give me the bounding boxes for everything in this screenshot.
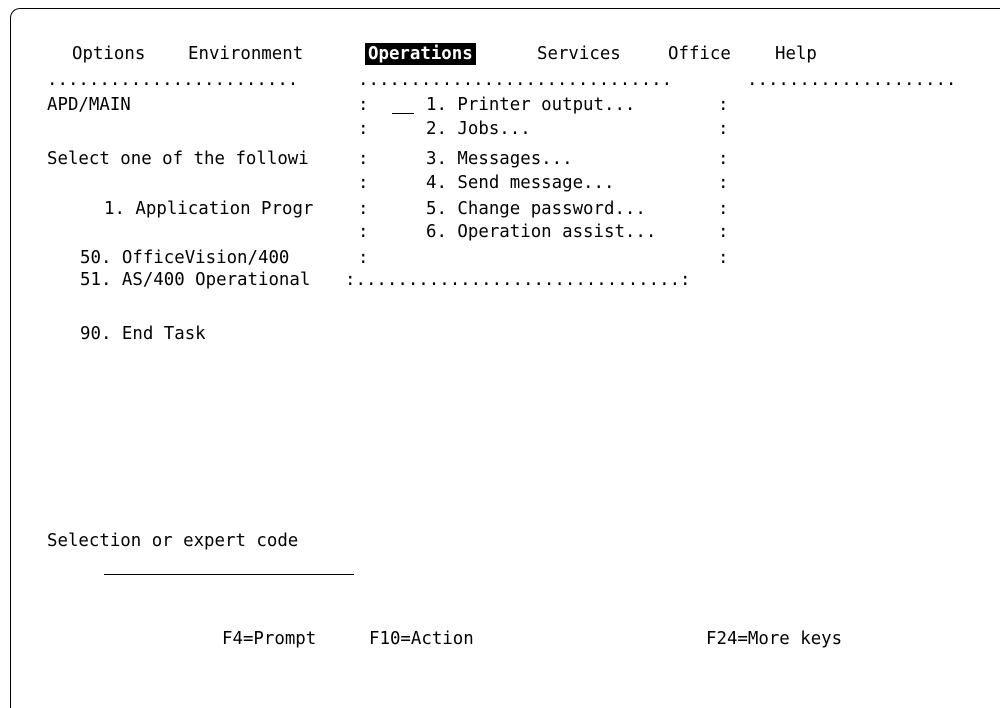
popup-selection-input[interactable] — [392, 113, 414, 114]
popup-item-send-message[interactable]: 4. Send message... — [426, 172, 614, 194]
popup-item-messages[interactable]: 3. Messages... — [426, 148, 573, 170]
popup-border-right: : — [718, 119, 729, 139]
f24-more-keys[interactable]: F24=More keys — [706, 628, 842, 650]
menu-environment[interactable]: Environment — [188, 43, 303, 65]
f10-action-key[interactable]: F10=Action — [369, 628, 474, 650]
popup-border-left: : — [358, 149, 369, 169]
popup-item-jobs[interactable]: 2. Jobs... — [426, 118, 531, 140]
popup-item-operation-assistant[interactable]: 6. Operation assist... — [426, 221, 656, 243]
popup-item-printer-output[interactable]: 1. Printer output... — [426, 94, 635, 116]
popup-item-change-password[interactable]: 5. Change password... — [426, 198, 646, 220]
menu-options[interactable]: Options — [72, 43, 145, 65]
menubar-separator-3: .................... — [747, 70, 957, 90]
popup-border-left: : — [358, 222, 369, 242]
popup-border-right: : — [718, 149, 729, 169]
menu-office[interactable]: Office — [668, 43, 731, 65]
popup-border-right: : — [718, 173, 729, 193]
popup-border-left: : — [358, 119, 369, 139]
popup-border-left: : — [358, 248, 369, 268]
menubar-separator-1: ........................ — [47, 70, 299, 90]
selection-input[interactable] — [104, 574, 354, 575]
menu-id: APD/MAIN — [47, 95, 131, 115]
menubar-separator-2: .............................. — [358, 70, 673, 90]
popup-border-left: : — [358, 173, 369, 193]
select-prompt: Select one of the followi — [47, 149, 309, 169]
menu-help[interactable]: Help — [775, 43, 817, 65]
popup-border-left: : — [358, 199, 369, 219]
popup-border-right: : — [718, 222, 729, 242]
popup-border-left: : — [358, 95, 369, 115]
popup-border-bottom: :...............................: — [345, 270, 691, 290]
f4-prompt-key[interactable]: F4=Prompt — [222, 628, 316, 650]
option-operational-assistant[interactable]: 51. AS/400 Operational — [80, 269, 310, 291]
popup-border-right: : — [718, 248, 729, 268]
option-officevision[interactable]: 50. OfficeVision/400 — [80, 247, 289, 269]
selection-label: Selection or expert code — [47, 531, 299, 551]
option-end-task[interactable]: 90. End Task — [80, 323, 206, 345]
menu-operations[interactable]: Operations — [365, 43, 476, 65]
popup-border-right: : — [718, 95, 729, 115]
option-application-programs[interactable]: 1. Application Progr — [104, 198, 313, 220]
popup-border-right: : — [718, 199, 729, 219]
menu-services[interactable]: Services — [537, 43, 621, 65]
